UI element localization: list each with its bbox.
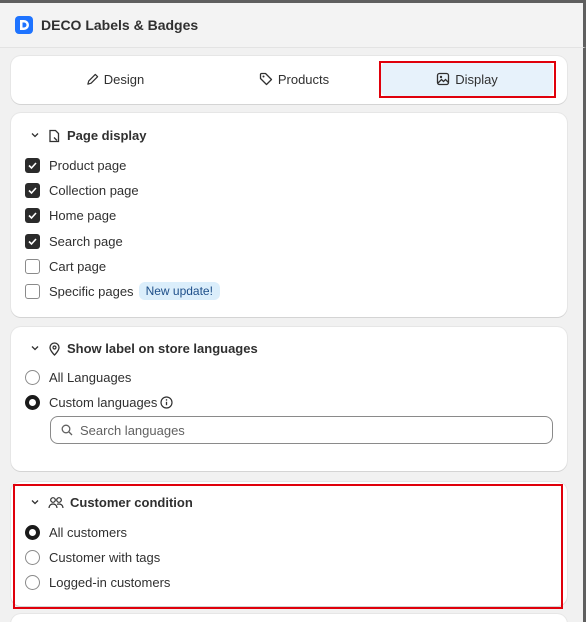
tab-design-label: Design (103, 71, 145, 87)
tab-design[interactable]: Design (25, 62, 205, 96)
image-icon (436, 72, 450, 86)
checkbox-specific-pages[interactable]: Specific pages New update! (25, 282, 220, 300)
app-title: DECO Labels & Badges (41, 17, 199, 33)
customer-condition-card: Customer condition All customers Custome… (11, 482, 567, 606)
radio-label: Customer with tags (49, 549, 161, 565)
pencil-icon (86, 73, 99, 86)
customer-condition-header[interactable]: Customer condition (30, 495, 193, 510)
tag-icon (259, 72, 273, 86)
radio-label: Logged-in customers (49, 574, 171, 590)
app-header: DECO Labels & Badges (0, 0, 586, 48)
radio-all-customers[interactable]: All customers (25, 523, 127, 541)
radio-custom-languages[interactable]: Custom languages (25, 393, 174, 411)
checkbox-label: Home page (49, 207, 117, 223)
radio-button[interactable] (25, 524, 40, 540)
customer-condition-title: Customer condition (70, 495, 193, 510)
tab-products-label: Products (277, 71, 330, 87)
languages-title: Show label on store languages (67, 341, 258, 356)
checkbox-checked-icon[interactable] (25, 207, 40, 223)
checkbox-label: Search page (49, 233, 123, 249)
checkbox-label: Cart page (49, 258, 107, 274)
checkbox-checked-icon[interactable] (25, 233, 40, 249)
radio-label: Custom languages (49, 394, 158, 410)
checkbox-cart-page[interactable]: Cart page (25, 257, 106, 275)
customers-icon (48, 496, 64, 509)
app-logo-icon (15, 16, 33, 34)
radio-button[interactable] (25, 369, 40, 385)
page-display-header[interactable]: Page display (30, 128, 146, 143)
checkbox-label: Specific pages (49, 283, 134, 299)
search-languages-input[interactable] (80, 422, 530, 438)
checkbox-search-page[interactable]: Search page (25, 232, 123, 250)
chevron-down-icon (30, 128, 40, 143)
search-languages-field[interactable] (50, 416, 553, 444)
tab-bar: Design Products Display (11, 56, 567, 104)
radio-customer-with-tags[interactable]: Customer with tags (25, 548, 160, 566)
checkbox-checked-icon[interactable] (25, 157, 40, 173)
checkbox-checked-icon[interactable] (25, 182, 40, 198)
checkbox-unchecked[interactable] (25, 283, 40, 299)
checkbox-home-page[interactable]: Home page (25, 206, 116, 224)
page-display-title: Page display (67, 128, 147, 143)
next-card (11, 614, 567, 622)
languages-header[interactable]: Show label on store languages (30, 341, 258, 356)
checkbox-unchecked[interactable] (25, 258, 40, 274)
radio-all-languages[interactable]: All Languages (25, 368, 131, 386)
radio-logged-in-customers[interactable]: Logged-in customers (25, 573, 170, 591)
radio-button[interactable] (25, 574, 40, 590)
page-icon (48, 129, 61, 143)
tab-products[interactable]: Products (207, 62, 381, 96)
new-update-badge: New update! (138, 282, 220, 300)
checkbox-product-page[interactable]: Product page (25, 156, 126, 174)
radio-label: All customers (49, 524, 128, 540)
checkbox-collection-page[interactable]: Collection page (25, 181, 139, 199)
radio-label: All Languages (49, 369, 132, 385)
tab-display-label: Display (455, 71, 498, 87)
info-icon[interactable] (160, 395, 174, 409)
location-pin-icon (48, 341, 61, 356)
tab-display[interactable]: Display (381, 62, 553, 96)
checkbox-label: Collection page (49, 182, 139, 198)
search-icon (61, 424, 73, 436)
radio-button[interactable] (25, 394, 40, 410)
radio-button[interactable] (25, 549, 40, 565)
checkbox-label: Product page (49, 157, 127, 173)
page-display-card: Page display Product page Collection pag… (11, 113, 567, 317)
languages-card: Show label on store languages All Langua… (11, 327, 567, 471)
chevron-down-icon (30, 495, 40, 510)
chevron-down-icon (30, 341, 40, 356)
